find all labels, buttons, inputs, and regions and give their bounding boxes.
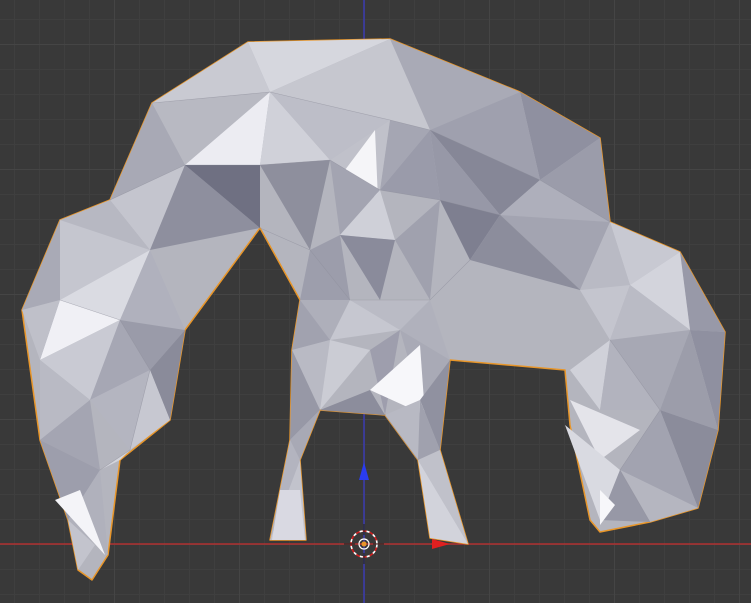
gizmo-z-arrow-icon[interactable]: [359, 462, 369, 480]
viewport-scene: [0, 0, 751, 603]
object-origin-dot: [361, 541, 367, 547]
creature-mesh[interactable]: [21, 38, 726, 581]
mesh-face: [22, 220, 60, 310]
mesh-face: [272, 490, 305, 540]
3d-viewport[interactable]: [0, 0, 751, 603]
